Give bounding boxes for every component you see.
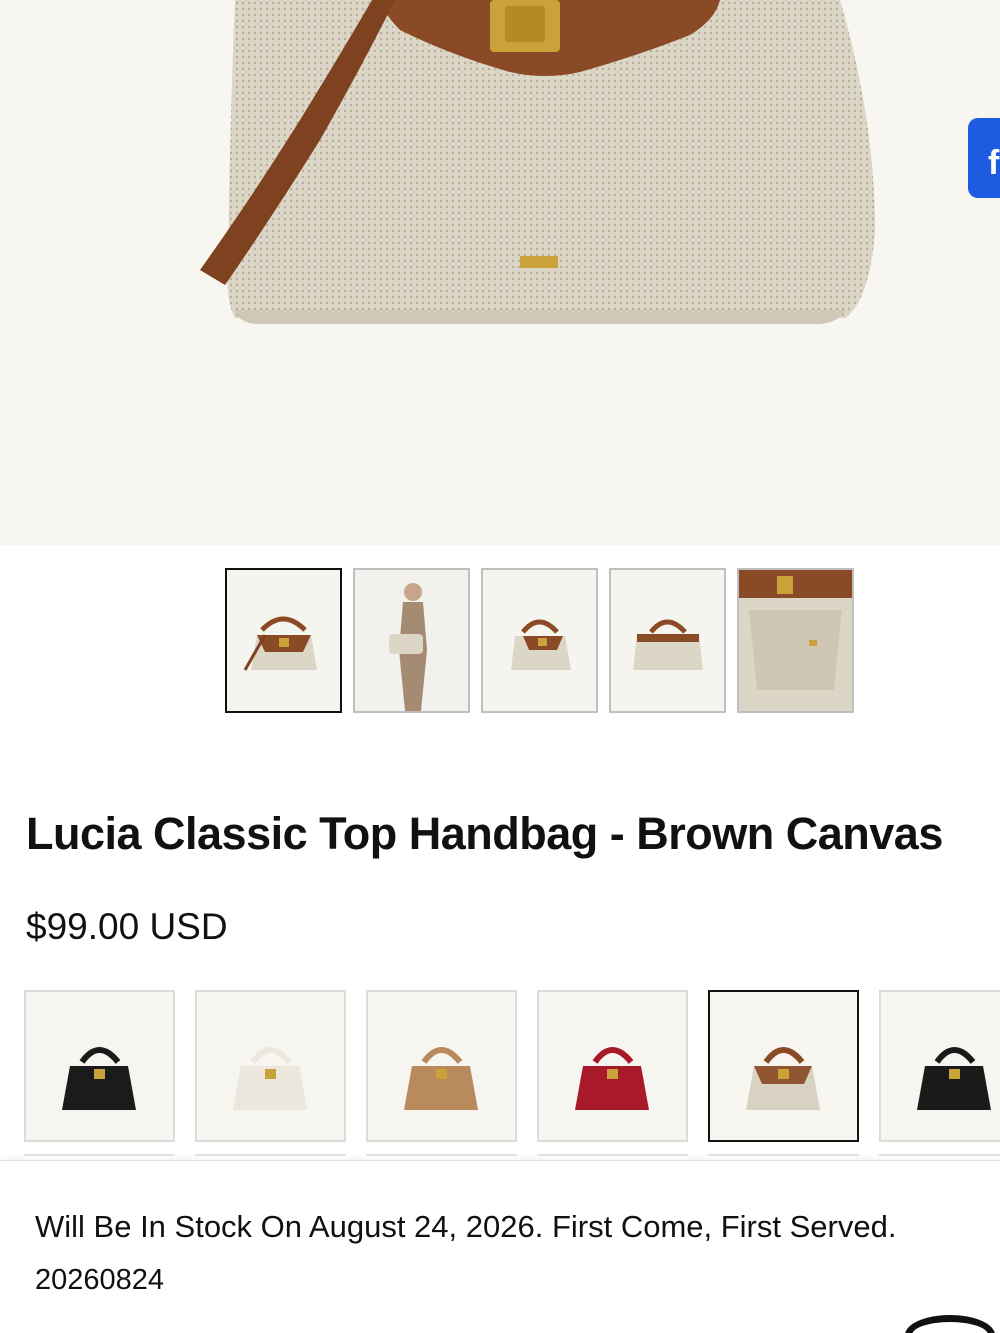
stock-notice-text: Will Be In Stock On August 24, 2026. Fir… xyxy=(35,1209,897,1244)
thumb-front[interactable] xyxy=(225,568,342,713)
thumb-interior[interactable] xyxy=(737,568,854,713)
swatch-row2-edge xyxy=(195,1154,346,1158)
hero-product-image[interactable]: f xyxy=(0,0,1000,545)
gallery-thumbnails xyxy=(225,568,854,713)
color-variant-list xyxy=(24,990,1000,1142)
swatch-row2-edge xyxy=(537,1154,688,1158)
swatch-red[interactable] xyxy=(537,990,688,1142)
hero-bag-illustration xyxy=(200,0,876,324)
swatch-row2-edge xyxy=(366,1154,517,1158)
product-price: $99.00 USD xyxy=(26,906,228,947)
swatch-row2-edge xyxy=(708,1154,859,1158)
stock-notice-panel: Will Be In Stock On August 24, 2026. Fir… xyxy=(0,1160,1000,1333)
swatch-black[interactable] xyxy=(24,990,175,1142)
swatch-row2-edge xyxy=(879,1154,1000,1158)
thumb-angle[interactable] xyxy=(481,568,598,713)
product-title: Lucia Classic Top Handbag - Brown Canvas xyxy=(26,808,943,859)
thumb-back[interactable] xyxy=(609,568,726,713)
swatch-row2-edge xyxy=(24,1154,175,1158)
floating-action-button[interactable]: f xyxy=(968,118,1000,198)
swatch-tan[interactable] xyxy=(366,990,517,1142)
swatch-cream[interactable] xyxy=(195,990,346,1142)
swatch-brown-canvas[interactable] xyxy=(708,990,859,1142)
swatch-black-woven[interactable] xyxy=(879,990,1000,1142)
thumb-model[interactable] xyxy=(353,568,470,713)
stock-notice-code: 20260824 xyxy=(35,1264,165,1296)
